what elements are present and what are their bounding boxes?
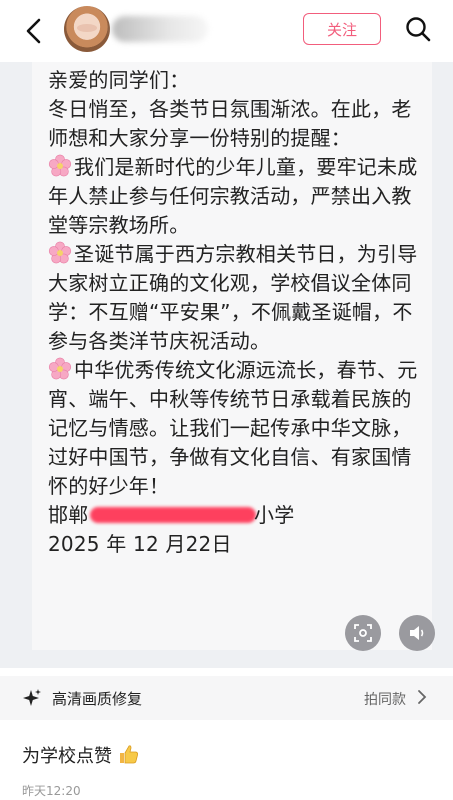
school-prefix: 邯郸 (48, 503, 89, 527)
letter-point-3: 中华优秀传统文化源远流长，春节、元宵、端午、中秋等传统节日承载着民族的记忆与情感… (48, 356, 426, 501)
letter-date: 2025 年 12 月22日 (48, 532, 232, 556)
letter-point-2-text: 圣诞节属于西方宗教相关节日，为引导大家树立正确的文化观，学校倡议全体同学：不互赠… (48, 242, 418, 353)
hd-enhance-label: 高清画质修复 (52, 690, 143, 708)
chevron-left-icon (26, 18, 41, 44)
letter-point-3-text: 中华优秀传统文化源远流长，春节、元宵、端午、中秋等传统节日承载着民族的记忆与情感… (48, 358, 418, 498)
same-style-link[interactable]: 拍同款 (364, 689, 406, 709)
cherry-blossom-icon (48, 357, 72, 380)
letter-point-2: 圣诞节属于西方宗教相关节日，为引导大家树立正确的文化观，学校倡议全体同学：不互赠… (48, 240, 426, 356)
post-time: 昨天12:20 (22, 784, 81, 798)
letter-text: 亲爱的同学们： 冬日悄至，各类节日氛围渐浓。在此，老师想和大家分享一份特别的提醒… (48, 66, 426, 559)
scan-icon (354, 624, 372, 642)
thumbs-up-icon (119, 745, 138, 764)
search-button[interactable] (401, 12, 435, 46)
cherry-blossom-icon (48, 241, 72, 264)
image-scan-button[interactable] (345, 615, 381, 651)
search-icon (406, 17, 431, 42)
letter-signature: 邯郸 小学 (48, 501, 426, 530)
hd-enhance-bar[interactable]: 高清画质修复 拍同款 (0, 676, 453, 720)
post-caption: 为学校点赞 (22, 742, 140, 768)
letter-point-1-text: 我们是新时代的少年儿童，要牢记未成年人禁止参与任何宗教活动，严禁出入教堂等宗教场… (48, 155, 418, 237)
avatar[interactable] (64, 6, 110, 52)
chevron-right-icon (418, 690, 427, 704)
redaction-mark (90, 507, 256, 523)
back-button[interactable] (18, 14, 48, 48)
school-suffix: 小学 (254, 503, 295, 527)
follow-button[interactable]: 关注 (303, 13, 381, 45)
letter-point-1: 我们是新时代的少年儿童，要牢记未成年人禁止参与任何宗教活动，严禁出入教堂等宗教场… (48, 153, 426, 240)
sound-button[interactable] (399, 615, 435, 651)
letter-intro: 冬日悄至，各类节日氛围渐浓。在此，老师想和大家分享一份特别的提醒： (48, 97, 412, 150)
speaker-icon (410, 626, 424, 640)
username-blurred[interactable] (112, 16, 208, 42)
top-bar: 关注 (0, 0, 453, 62)
sparkle-icon (23, 689, 41, 706)
cherry-blossom-icon (48, 154, 72, 177)
post-caption-text: 为学校点赞 (22, 746, 112, 767)
letter-greeting: 亲爱的同学们： (48, 68, 190, 92)
